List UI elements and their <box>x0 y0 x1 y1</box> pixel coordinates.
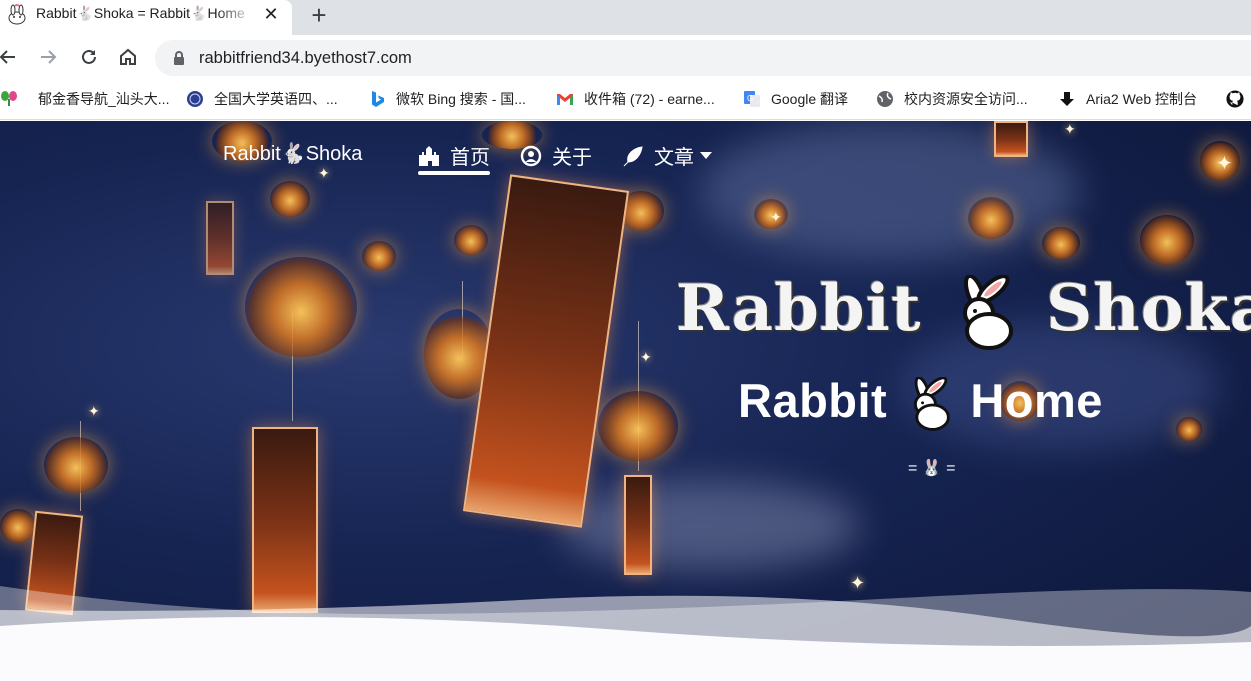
bookmark-item[interactable]: Aria2 Web 控制台 <box>1058 88 1197 110</box>
nav-item-articles[interactable]: 文章 <box>622 141 712 170</box>
address-bar[interactable]: rabbitfriend34.byethost7.com <box>155 40 1251 76</box>
svg-text:G: G <box>747 94 753 103</box>
nav-item-home[interactable]: 首页 <box>418 141 490 170</box>
new-tab-button[interactable]: + <box>306 0 332 31</box>
bottom-wave <box>0 586 1251 681</box>
wind-chime-lantern <box>454 225 488 255</box>
site-brand-link[interactable]: Rabbit🐇Shoka <box>223 141 362 166</box>
wind-chime-lantern <box>362 241 396 271</box>
wind-chime-lantern <box>1176 417 1202 441</box>
rabbit-icon <box>962 274 1013 350</box>
reload-button[interactable] <box>75 43 103 71</box>
feather-icon <box>622 145 644 167</box>
caret-down-icon <box>700 151 712 159</box>
castle-icon <box>418 145 440 166</box>
wind-chime-lantern <box>44 437 108 493</box>
google-translate-icon: G <box>743 90 761 108</box>
globe-icon <box>876 90 894 108</box>
forward-button[interactable] <box>34 43 62 71</box>
hero-title: Rabbit Shoka <box>676 271 1251 353</box>
wind-chime-lantern <box>245 257 357 357</box>
rabbit-icon <box>913 376 950 431</box>
bookmark-item[interactable] <box>1226 88 1251 110</box>
bookmark-item[interactable]: 收件箱 (72) - earne... <box>556 88 715 110</box>
wind-chime-lantern <box>1042 227 1080 259</box>
tulip-icon <box>0 90 18 108</box>
tab-strip: Rabbit🐇Shoka = Rabbit🐇Home ✕ + <box>0 0 1251 35</box>
nav-item-about[interactable]: 关于 <box>520 141 592 170</box>
bookmark-item[interactable]: 微软 Bing 搜索 - 国... <box>368 88 526 110</box>
hero-banner: ✦ ✦ ✦ ✦ ✦ ✦ ✦ Rabbit🐇Shoka 首页 关于 文章 Rabb… <box>0 121 1251 681</box>
site-navbar: Rabbit🐇Shoka 首页 关于 文章 <box>0 121 1251 187</box>
browser-tab[interactable]: Rabbit🐇Shoka = Rabbit🐇Home ✕ <box>0 0 292 35</box>
rabbit-favicon-icon <box>8 4 26 25</box>
paper-strip <box>206 201 234 275</box>
arrow-right-icon <box>41 50 57 64</box>
wind-chime-lantern <box>0 509 36 543</box>
back-button[interactable] <box>0 43 22 71</box>
wind-chime-lantern <box>598 391 678 461</box>
cet-seal-icon <box>186 90 204 108</box>
hero-tagline: = 🐰 = <box>908 460 956 477</box>
active-nav-underline <box>418 171 490 175</box>
bookmark-item[interactable]: 全国大学英语四、... <box>186 88 338 110</box>
hero-subtitle: Rabbit Home <box>738 373 1103 433</box>
download-arrow-icon <box>1058 90 1076 108</box>
lock-icon <box>174 51 184 65</box>
bookmark-item[interactable]: 郁金香导航_汕头大... <box>0 88 169 110</box>
browser-toolbar: rabbitfriend34.byethost7.com <box>0 35 1251 80</box>
user-circle-icon <box>520 145 542 167</box>
home-icon <box>120 48 136 65</box>
close-tab-icon[interactable]: ✕ <box>262 4 280 25</box>
bookmarks-bar: 郁金香导航_汕头大... 全国大学英语四、... 微软 Bing 搜索 - 国.… <box>0 80 1251 120</box>
paper-strip <box>462 174 630 528</box>
arrow-left-icon <box>0 50 15 64</box>
github-icon <box>1226 90 1244 108</box>
paper-strip <box>624 475 652 575</box>
wind-chime-lantern <box>1140 215 1194 265</box>
bookmark-item[interactable]: 校内资源安全访问... <box>876 88 1028 110</box>
url-text: rabbitfriend34.byethost7.com <box>199 49 412 67</box>
gmail-icon <box>556 90 574 108</box>
wind-chime-lantern <box>968 197 1014 239</box>
reload-icon <box>82 49 96 64</box>
bing-icon <box>368 90 386 108</box>
bookmark-item[interactable]: G Google 翻译 <box>743 88 848 110</box>
home-button[interactable] <box>114 43 142 71</box>
